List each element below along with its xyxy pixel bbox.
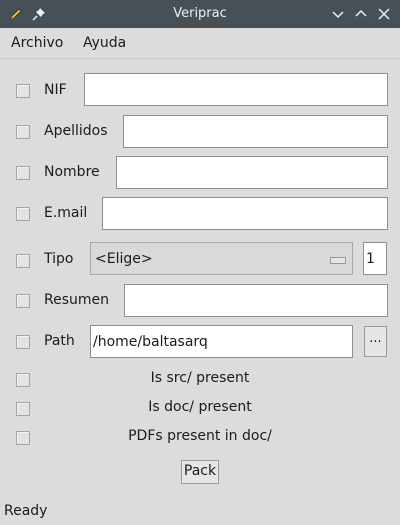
menu-archivo[interactable]: Archivo (11, 35, 63, 51)
path-label: Path (44, 333, 75, 349)
tipo-combobox-value: <Elige> (95, 251, 153, 267)
menu-bar: Archivo Ayuda (0, 28, 400, 58)
tipo-number-field[interactable]: 1 (363, 242, 387, 275)
path-field[interactable] (90, 325, 353, 358)
nif-field[interactable] (84, 73, 388, 106)
apellidos-field[interactable] (123, 115, 388, 148)
nif-label: NIF (44, 82, 67, 98)
doc-check-label: Is doc/ present (148, 399, 252, 415)
nombre-field[interactable] (116, 156, 388, 189)
tipo-number-value: 1 (366, 251, 375, 267)
resumen-field[interactable] (124, 284, 388, 317)
pack-button[interactable]: Pack (181, 460, 219, 484)
close-icon[interactable] (375, 5, 393, 23)
tipo-checkbox[interactable] (16, 254, 30, 268)
browse-button[interactable]: ... (364, 326, 387, 357)
menu-separator (0, 58, 400, 59)
email-label: E.mail (44, 205, 88, 221)
tipo-label: Tipo (44, 251, 74, 267)
email-checkbox[interactable] (16, 207, 30, 221)
path-checkbox[interactable] (16, 335, 30, 349)
apellidos-label: Apellidos (44, 123, 108, 139)
pdfs-check-label: PDFs present in doc/ (128, 428, 272, 444)
status-text: Ready (4, 503, 48, 519)
title-bar[interactable]: Veriprac (0, 0, 400, 28)
nif-checkbox[interactable] (16, 84, 30, 98)
minimize-icon[interactable] (329, 5, 347, 23)
nombre-label: Nombre (44, 164, 100, 180)
resumen-label: Resumen (44, 292, 110, 308)
combo-indicator-icon (330, 257, 346, 264)
src-check-label: Is src/ present (150, 370, 250, 386)
apellidos-checkbox[interactable] (16, 125, 30, 139)
menu-ayuda[interactable]: Ayuda (83, 35, 126, 51)
nombre-checkbox[interactable] (16, 166, 30, 180)
resumen-checkbox[interactable] (16, 294, 30, 308)
maximize-icon[interactable] (352, 5, 370, 23)
tipo-combobox[interactable]: <Elige> (90, 242, 353, 275)
email-field[interactable] (102, 197, 388, 230)
